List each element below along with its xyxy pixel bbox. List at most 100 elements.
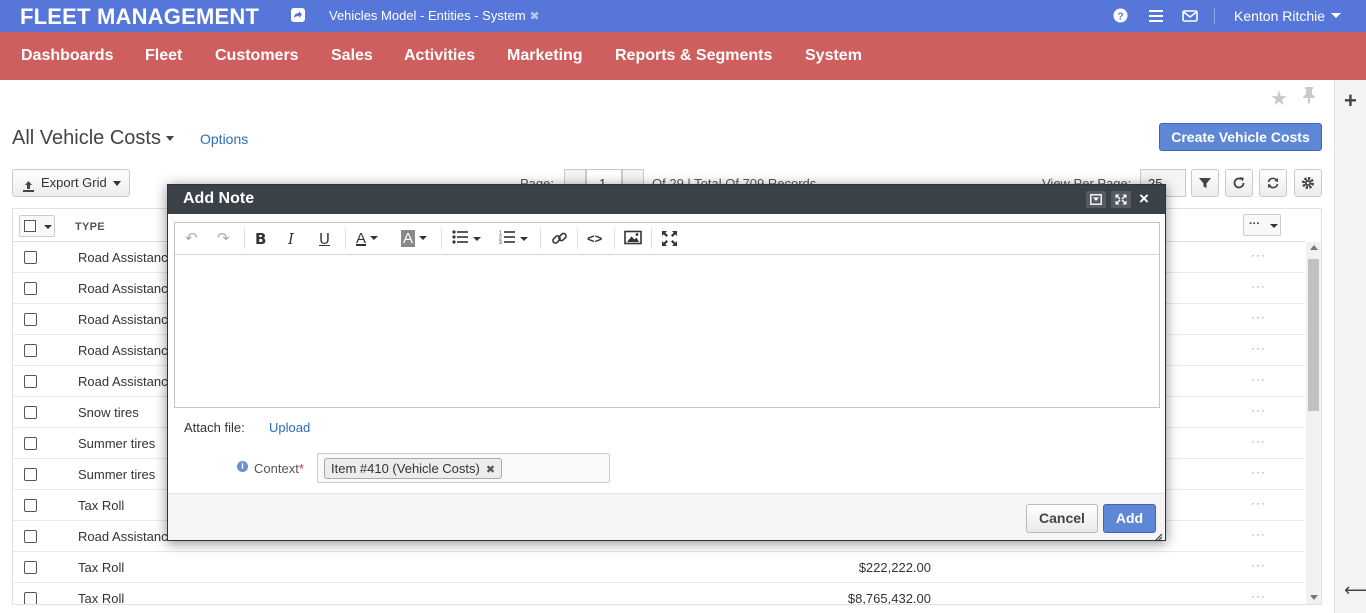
fullscreen-icon[interactable] bbox=[661, 230, 678, 248]
row-actions[interactable]: ··· bbox=[1251, 248, 1266, 262]
undo-icon[interactable]: ↶ bbox=[185, 230, 198, 248]
nav-marketing[interactable]: Marketing bbox=[507, 47, 583, 65]
add-button[interactable]: Add bbox=[1103, 504, 1156, 533]
row-actions[interactable]: ··· bbox=[1251, 558, 1266, 572]
nav-fleet[interactable]: Fleet bbox=[145, 47, 182, 65]
row-actions[interactable]: ··· bbox=[1251, 496, 1266, 510]
nav-customers[interactable]: Customers bbox=[215, 47, 299, 65]
rich-text-editor[interactable]: ↶ ↷ B I U A A 123 <> bbox=[174, 222, 1160, 408]
share-icon[interactable] bbox=[291, 8, 305, 22]
nav-activities[interactable]: Activities bbox=[404, 47, 475, 65]
cell-type: Road Assistance bbox=[78, 343, 175, 358]
collapse-button[interactable] bbox=[1086, 191, 1106, 208]
row-actions[interactable]: ··· bbox=[1251, 589, 1266, 603]
underline-icon[interactable]: U bbox=[319, 230, 330, 248]
row-checkbox[interactable] bbox=[24, 437, 37, 450]
page-title[interactable]: All Vehicle Costs bbox=[12, 127, 174, 150]
mail-icon[interactable] bbox=[1182, 8, 1198, 24]
close-icon[interactable]: ✖ bbox=[530, 9, 540, 23]
italic-icon[interactable]: I bbox=[288, 230, 294, 248]
row-checkbox[interactable] bbox=[24, 251, 37, 264]
export-grid-label: Export Grid bbox=[41, 175, 107, 190]
row-checkbox[interactable] bbox=[24, 561, 37, 574]
options-link[interactable]: Options bbox=[200, 131, 248, 147]
app-logo[interactable]: FLEET MANAGEMENT bbox=[20, 4, 259, 30]
scroll-down-icon[interactable] bbox=[1310, 595, 1318, 600]
help-icon[interactable]: ? bbox=[1113, 8, 1129, 24]
chevron-down-icon bbox=[113, 181, 121, 186]
remove-tag-icon[interactable]: ✖ bbox=[486, 464, 495, 476]
info-icon[interactable]: i bbox=[237, 461, 248, 472]
plus-icon[interactable]: + bbox=[1344, 90, 1357, 112]
top-bar: FLEET MANAGEMENT Vehicles Model - Entiti… bbox=[0, 0, 1366, 32]
star-icon[interactable]: ★ bbox=[1270, 86, 1288, 111]
grid-scrollbar[interactable] bbox=[1306, 242, 1321, 604]
refresh-button[interactable] bbox=[1225, 169, 1253, 197]
row-checkbox[interactable] bbox=[24, 344, 37, 357]
cell-amount: $222,222.00 bbox=[858, 560, 931, 575]
maximize-button[interactable] bbox=[1111, 191, 1131, 208]
background-color-icon[interactable]: A bbox=[401, 230, 428, 248]
nav-sales[interactable]: Sales bbox=[331, 47, 373, 65]
nav-dashboards[interactable]: Dashboards bbox=[21, 47, 113, 65]
nav-system[interactable]: System bbox=[805, 47, 862, 65]
redo-icon[interactable]: ↷ bbox=[217, 230, 230, 248]
pin-icon[interactable] bbox=[1302, 86, 1316, 107]
export-grid-button[interactable]: Export Grid bbox=[12, 169, 130, 197]
row-actions[interactable]: ··· bbox=[1251, 403, 1266, 417]
row-checkbox[interactable] bbox=[24, 313, 37, 326]
pinned-tab-label[interactable]: Vehicles Model - Entities - System bbox=[329, 8, 526, 23]
column-header-type[interactable]: TYPE bbox=[75, 221, 105, 233]
row-actions[interactable]: ··· bbox=[1251, 279, 1266, 293]
context-input[interactable]: Item #410 (Vehicle Costs) ✖ bbox=[317, 453, 610, 483]
menu-icon[interactable] bbox=[1148, 8, 1164, 24]
resize-handle-icon[interactable] bbox=[1154, 530, 1163, 542]
row-checkbox[interactable] bbox=[24, 530, 37, 543]
scroll-up-icon[interactable] bbox=[1310, 245, 1318, 250]
row-checkbox[interactable] bbox=[24, 499, 37, 512]
table-row[interactable]: Tax Roll $8,765,432.00 ··· bbox=[13, 583, 1305, 605]
cancel-button[interactable]: Cancel bbox=[1026, 504, 1098, 533]
column-actions-dropdown[interactable]: ··· bbox=[1243, 214, 1281, 236]
cell-type: Tax Roll bbox=[78, 591, 125, 605]
required-marker: * bbox=[298, 461, 304, 476]
reset-button[interactable] bbox=[1259, 169, 1287, 197]
row-actions[interactable]: ··· bbox=[1251, 372, 1266, 386]
image-icon[interactable] bbox=[624, 230, 642, 248]
row-checkbox[interactable] bbox=[24, 406, 37, 419]
filter-button[interactable] bbox=[1191, 169, 1219, 197]
context-label-text: Context bbox=[254, 461, 299, 476]
arrow-left-icon[interactable]: ⟵ bbox=[1344, 580, 1366, 601]
svg-text:3: 3 bbox=[499, 240, 502, 244]
row-actions[interactable]: ··· bbox=[1251, 341, 1266, 355]
code-icon[interactable]: <> bbox=[587, 230, 602, 248]
row-checkbox[interactable] bbox=[24, 468, 37, 481]
row-actions[interactable]: ··· bbox=[1251, 434, 1266, 448]
numbered-list-icon[interactable]: 123 bbox=[499, 230, 528, 248]
close-icon[interactable]: × bbox=[1139, 189, 1149, 209]
grid-settings-button[interactable] bbox=[1294, 169, 1322, 197]
row-actions[interactable]: ··· bbox=[1251, 465, 1266, 479]
bullet-list-icon[interactable] bbox=[452, 230, 481, 248]
user-menu[interactable]: Kenton Ritchie bbox=[1234, 8, 1342, 24]
select-all-dropdown[interactable] bbox=[19, 215, 55, 237]
table-row[interactable]: Tax Roll $222,222.00 ··· bbox=[13, 552, 1305, 583]
row-actions[interactable]: ··· bbox=[1251, 310, 1266, 324]
upload-link[interactable]: Upload bbox=[269, 420, 310, 435]
select-all-checkbox[interactable] bbox=[24, 220, 36, 232]
pinned-tab[interactable]: Vehicles Model - Entities - System ✖ bbox=[329, 8, 540, 23]
context-tag-label: Item #410 (Vehicle Costs) bbox=[331, 461, 480, 476]
scrollbar-thumb[interactable] bbox=[1308, 259, 1319, 411]
create-vehicle-costs-button[interactable]: Create Vehicle Costs bbox=[1159, 123, 1322, 151]
bold-icon[interactable]: B bbox=[255, 230, 266, 248]
row-checkbox[interactable] bbox=[24, 282, 37, 295]
dialog-header[interactable]: Add Note × bbox=[168, 185, 1165, 214]
row-actions[interactable]: ··· bbox=[1251, 527, 1266, 541]
row-checkbox[interactable] bbox=[24, 375, 37, 388]
user-name[interactable]: Kenton Ritchie bbox=[1234, 8, 1325, 24]
text-color-icon[interactable]: A bbox=[356, 230, 379, 248]
page-title-text[interactable]: All Vehicle Costs bbox=[12, 127, 161, 149]
row-checkbox[interactable] bbox=[24, 592, 37, 604]
nav-reports-segments[interactable]: Reports & Segments bbox=[615, 47, 772, 65]
link-icon[interactable] bbox=[551, 230, 568, 248]
